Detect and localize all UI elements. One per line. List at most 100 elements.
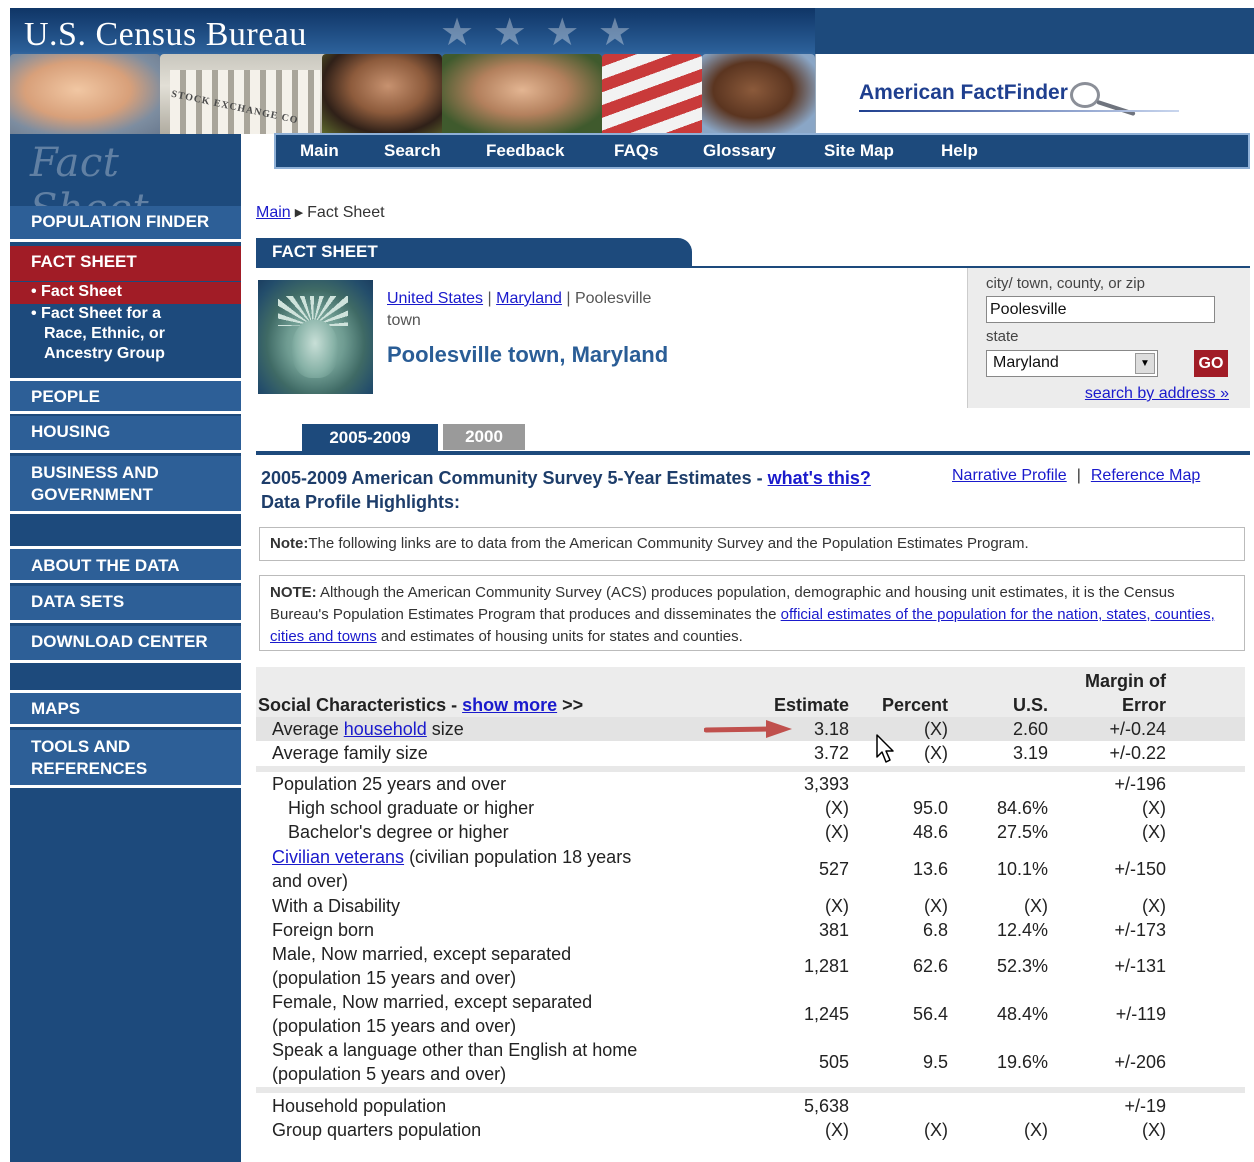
city-input[interactable] bbox=[986, 296, 1215, 323]
note2-label: NOTE: bbox=[270, 584, 317, 601]
cell-estimate: 505 bbox=[818, 1052, 849, 1072]
nav-feedback[interactable]: Feedback bbox=[486, 141, 564, 161]
geo-link-maryland[interactable]: Maryland bbox=[496, 290, 562, 307]
state-select-value: Maryland bbox=[993, 354, 1059, 371]
banner-photo-man-2 bbox=[702, 54, 815, 134]
cell-estimate: 3.72 bbox=[813, 743, 849, 763]
table-row: Group quarters population (X) (X) (X) (X… bbox=[256, 1118, 1245, 1142]
go-button[interactable]: GO bbox=[1194, 350, 1228, 377]
row-label: Group quarters population bbox=[272, 1120, 482, 1140]
tools-line-2: REFERENCES bbox=[31, 759, 148, 778]
table-row: Female, Now married, except separated (po… bbox=[256, 990, 1245, 1038]
search-by-address-link[interactable]: search by address » bbox=[1085, 385, 1229, 403]
geo-place-name: Poolesville bbox=[574, 290, 652, 307]
geo-place-type: town bbox=[387, 312, 421, 329]
annotation-arrow-icon bbox=[704, 720, 792, 738]
sidebar-sub-fact-sheet[interactable]: • Fact Sheet bbox=[10, 282, 241, 304]
left-sidebar: Fact Sheet POPULATION FINDER FACT SHEET … bbox=[10, 134, 241, 1162]
header-us: U.S. bbox=[1012, 695, 1048, 715]
magnifier-handle-icon bbox=[1096, 99, 1136, 117]
geo-link-united-states[interactable]: United States bbox=[387, 290, 483, 307]
cell-us: 2.60 bbox=[1012, 719, 1048, 739]
note-box-estimates: NOTE: Although the American Community Su… bbox=[259, 575, 1245, 651]
cell-moe: +/-150 bbox=[1114, 859, 1166, 879]
sidebar-population-finder[interactable]: POPULATION FINDER bbox=[10, 206, 241, 242]
nav-main[interactable]: Main bbox=[300, 141, 339, 161]
sidebar-tools-references[interactable]: TOOLS AND REFERENCES bbox=[10, 730, 241, 788]
banner-photo-man bbox=[442, 54, 602, 134]
sidebar-housing[interactable]: HOUSING bbox=[10, 416, 241, 453]
sidebar-sub-race-line-2[interactable]: Race, Ethnic, or bbox=[10, 324, 241, 344]
cell-moe: (X) bbox=[1142, 822, 1166, 842]
sidebar-sub-race-line-3[interactable]: Ancestry Group bbox=[10, 344, 241, 364]
breadcrumb-current: Fact Sheet bbox=[307, 204, 385, 221]
whats-this-link[interactable]: what's this? bbox=[768, 468, 871, 488]
cell-estimate: 527 bbox=[818, 859, 849, 879]
row-label-part: Female, Now married, except separated bbox=[272, 992, 593, 1012]
breadcrumb-main-link[interactable]: Main bbox=[256, 204, 291, 221]
tab-2005-2009[interactable]: 2005-2009 bbox=[302, 424, 438, 452]
geo-search-panel: city/ town, county, or zip state Marylan… bbox=[967, 268, 1250, 408]
row-label-part: (civilian population 18 years bbox=[404, 847, 632, 867]
survey-heading: 2005-2009 American Community Survey 5-Ye… bbox=[261, 466, 941, 514]
nav-faqs[interactable]: FAQs bbox=[614, 141, 658, 161]
sidebar-sub-race-ethnic[interactable]: • Fact Sheet for a bbox=[10, 304, 241, 324]
cell-percent: 95.0 bbox=[912, 798, 948, 818]
cell-percent: 48.6 bbox=[912, 822, 948, 842]
cell-estimate: (X) bbox=[825, 822, 849, 842]
fact-sheet-header: FACT SHEET bbox=[256, 238, 692, 266]
table-row: Civilian veterans (civilian population 1… bbox=[256, 845, 1245, 893]
cell-percent: (X) bbox=[924, 1120, 948, 1140]
sidebar-download-center[interactable]: DOWNLOAD CENTER bbox=[10, 626, 241, 663]
table-row: Household population 5,638 +/-19 bbox=[256, 1094, 1245, 1118]
note2-text-b: and estimates of housing units for state… bbox=[376, 628, 743, 645]
cell-moe: +/-0.22 bbox=[1109, 743, 1166, 763]
cell-estimate: 381 bbox=[818, 920, 849, 940]
sidebar-fact-sheet[interactable]: FACT SHEET bbox=[10, 246, 241, 281]
row-label: Male, Now married, except separated (popu… bbox=[272, 942, 571, 990]
cell-us: 10.1% bbox=[996, 859, 1048, 879]
civilian-veterans-link[interactable]: Civilian veterans bbox=[272, 847, 404, 867]
census-bureau-title[interactable]: U.S. Census Bureau bbox=[24, 16, 307, 54]
cell-us: (X) bbox=[1024, 1120, 1048, 1140]
reference-map-link[interactable]: Reference Map bbox=[1091, 467, 1200, 484]
row-separator bbox=[256, 1087, 1245, 1093]
narrative-profile-link[interactable]: Narrative Profile bbox=[952, 467, 1067, 484]
cell-us: 19.6% bbox=[996, 1052, 1048, 1072]
show-more-link[interactable]: show more bbox=[462, 695, 557, 715]
nav-site-map[interactable]: Site Map bbox=[824, 141, 894, 161]
cell-estimate: (X) bbox=[825, 1120, 849, 1140]
cell-moe: +/-173 bbox=[1114, 920, 1166, 940]
sidebar-business-government[interactable]: BUSINESS AND GOVERNMENT bbox=[10, 456, 241, 514]
cell-us: 52.3% bbox=[996, 956, 1048, 976]
cell-percent: 13.6 bbox=[912, 859, 948, 879]
factfinder-logo-area[interactable]: American FactFinder bbox=[815, 54, 1254, 134]
sidebar-people[interactable]: PEOPLE bbox=[10, 378, 241, 414]
cell-estimate: (X) bbox=[825, 798, 849, 818]
sidebar-about-data[interactable]: ABOUT THE DATA bbox=[10, 546, 241, 583]
business-line-1: BUSINESS AND bbox=[31, 463, 159, 482]
cell-us: 12.4% bbox=[996, 920, 1048, 940]
tab-2000[interactable]: 2000 bbox=[443, 424, 525, 450]
tab-rule bbox=[256, 451, 1250, 455]
state-select[interactable]: Maryland ▼ bbox=[986, 350, 1158, 377]
cell-moe: +/-206 bbox=[1114, 1052, 1166, 1072]
dropdown-arrow-icon[interactable]: ▼ bbox=[1135, 353, 1155, 374]
cell-percent: 6.8 bbox=[922, 920, 948, 940]
nav-search[interactable]: Search bbox=[384, 141, 441, 161]
sidebar-data-sets[interactable]: DATA SETS bbox=[10, 586, 241, 623]
cell-moe: +/-196 bbox=[1114, 774, 1166, 794]
sidebar-maps[interactable]: MAPS bbox=[10, 690, 241, 727]
household-link[interactable]: household bbox=[344, 719, 427, 739]
table-row: Population 25 years and over 3,393 +/-19… bbox=[256, 772, 1245, 796]
cell-us: 84.6% bbox=[996, 798, 1048, 818]
banner-photo-woman bbox=[322, 54, 442, 134]
cell-estimate: 5,638 bbox=[803, 1096, 849, 1116]
nav-help[interactable]: Help bbox=[941, 141, 978, 161]
cell-us: 3.19 bbox=[1012, 743, 1048, 763]
statue-of-liberty-image bbox=[258, 280, 373, 394]
geo-title: Poolesville town, Maryland bbox=[387, 342, 669, 367]
factfinder-logo[interactable]: American FactFinder bbox=[859, 81, 1068, 105]
nav-glossary[interactable]: Glossary bbox=[703, 141, 776, 161]
row-label: Foreign born bbox=[272, 920, 375, 940]
